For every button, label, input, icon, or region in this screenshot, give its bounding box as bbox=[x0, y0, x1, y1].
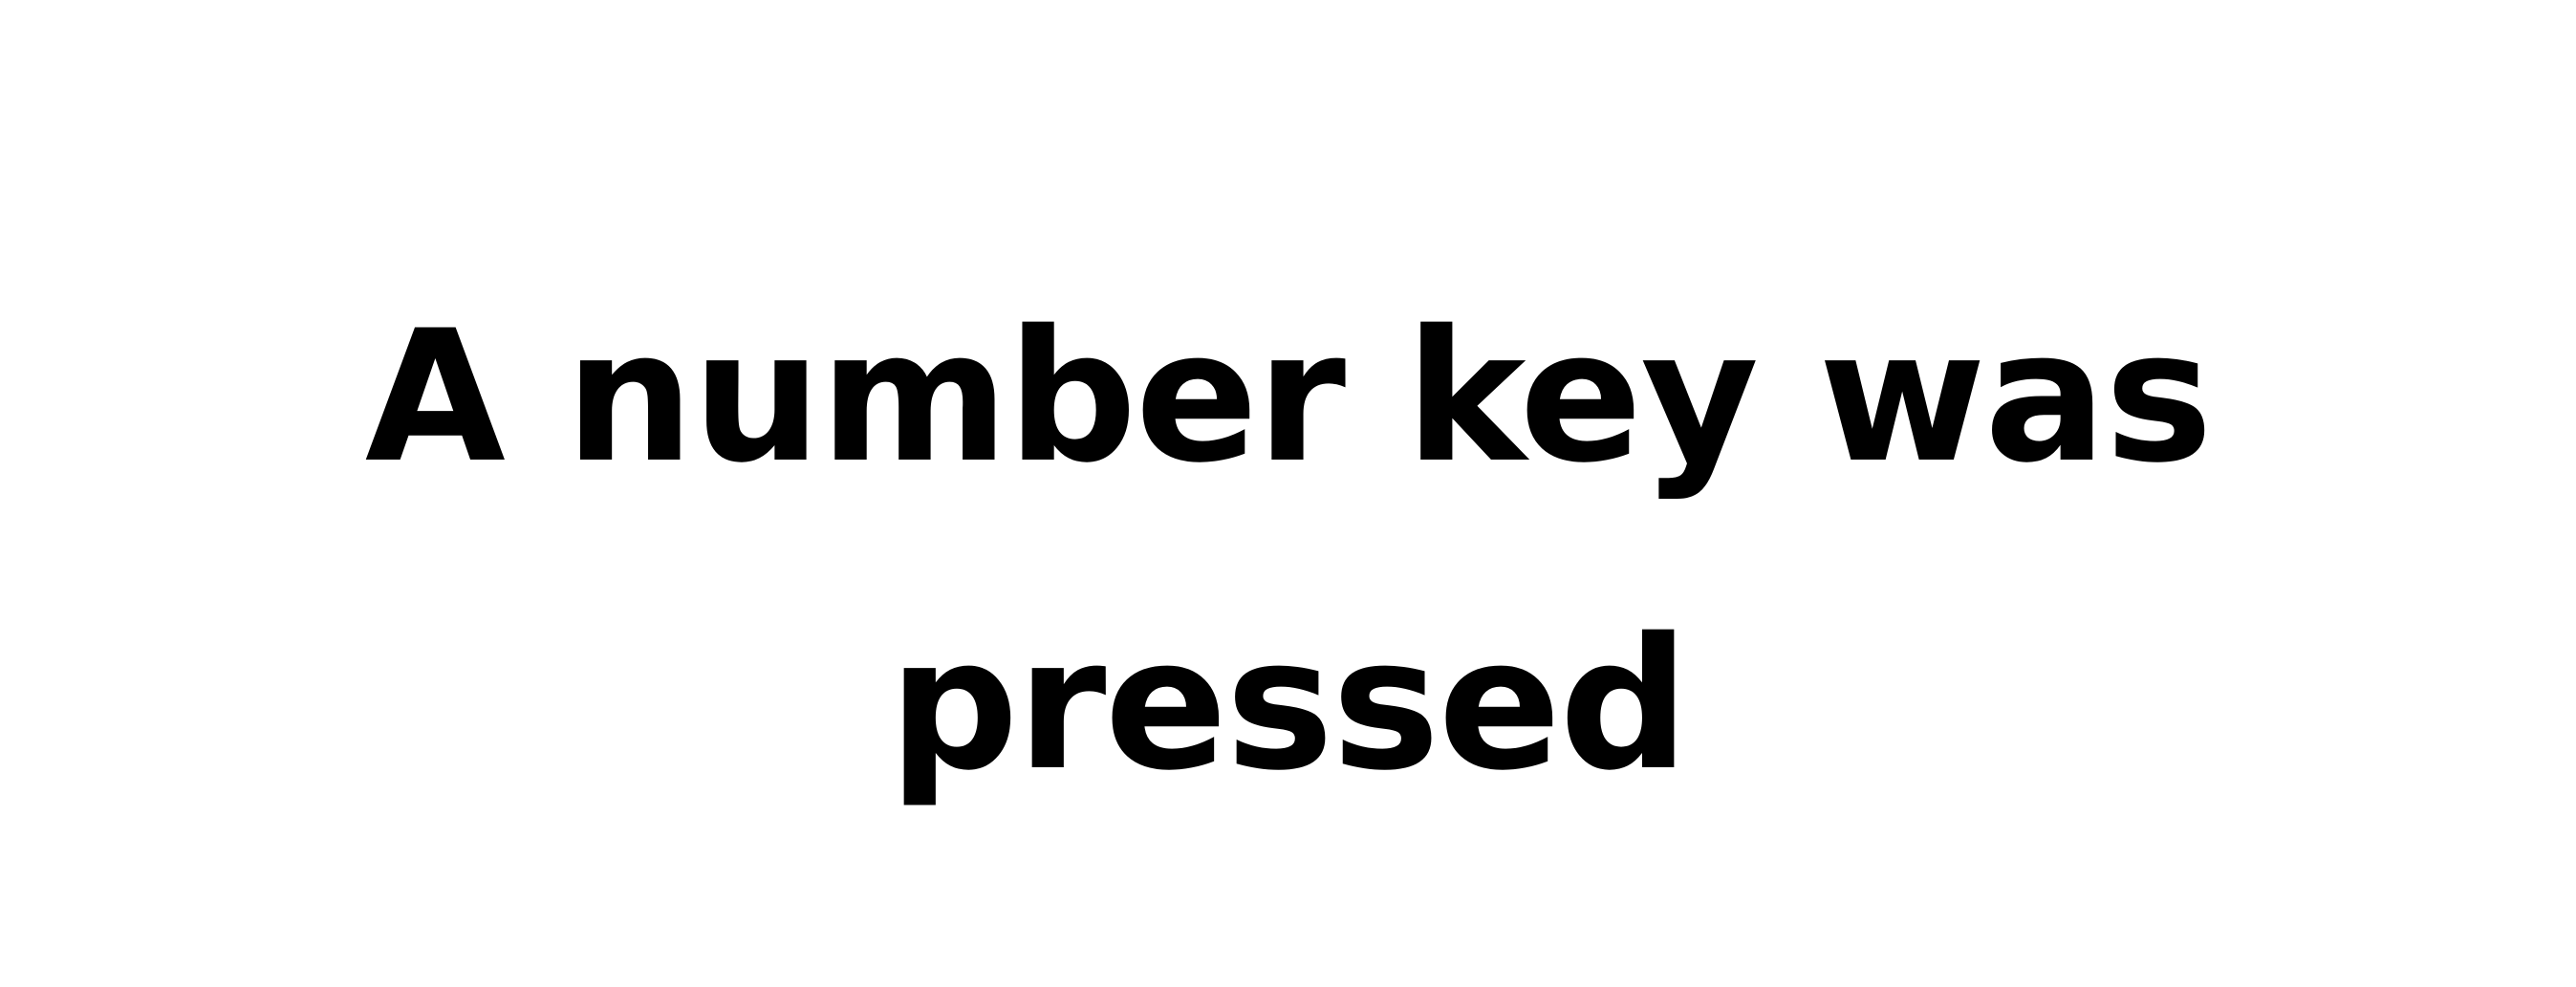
status-message: A number key was pressed bbox=[364, 291, 2213, 810]
message-screen: A number key was pressed bbox=[0, 0, 2576, 987]
